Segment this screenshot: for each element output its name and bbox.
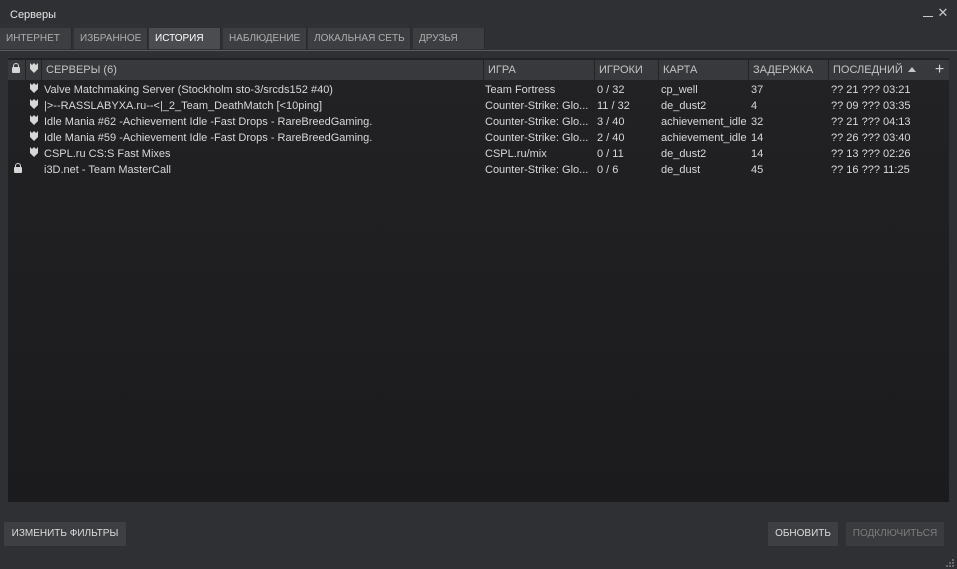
title-bar: Серверы ✕ [0, 0, 957, 28]
server-last-played: ?? 13 ??? 02:26 [831, 148, 911, 160]
column-header-row: СЕРВЕРЫ (6) ИГРА ИГРОКИ КАРТА ЗАДЕРЖКА П… [8, 60, 949, 80]
column-ping[interactable]: ЗАДЕРЖКА [748, 60, 828, 80]
column-players[interactable]: ИГРОКИ [594, 60, 658, 80]
server-row[interactable]: i3D.net - Team MasterCall Counter-Strike:… [8, 162, 949, 178]
row-lock-cell [14, 98, 24, 114]
server-name: i3D.net - Team MasterCall [44, 164, 171, 176]
server-row[interactable]: Valve Matchmaking Server (Stockholm sto-… [8, 82, 949, 98]
change-filters-button[interactable]: ИЗМЕНИТЬ ФИЛЬТРЫ [4, 522, 126, 546]
vac-shield-icon [30, 99, 38, 109]
tab-friends[interactable]: ДРУЗЬЯ [413, 28, 485, 49]
server-row[interactable]: Idle Mania #62 -Achievement Idle -Fast D… [8, 114, 949, 130]
lock-icon [14, 163, 22, 173]
column-servers[interactable]: СЕРВЕРЫ (6) [41, 60, 483, 80]
close-button[interactable]: ✕ [936, 6, 950, 20]
minimize-button[interactable] [921, 6, 935, 20]
server-last-played: ?? 26 ??? 03:40 [831, 132, 911, 144]
column-last-played-label: ПОСЛЕДНИЙ [833, 64, 903, 76]
row-vac-cell [30, 114, 40, 130]
server-name: CSPL.ru CS:S Fast Mixes [44, 148, 171, 160]
close-icon: ✕ [937, 5, 949, 20]
tab-internet[interactable]: ИНТЕРНЕТ [0, 28, 72, 49]
minimize-icon [923, 16, 933, 17]
server-map: achievement_idle [661, 116, 747, 128]
server-row[interactable]: Idle Mania #59 -Achievement Idle -Fast D… [8, 130, 949, 146]
server-last-played: ?? 21 ??? 03:21 [831, 84, 911, 96]
server-ping: 32 [751, 116, 764, 128]
server-players: 0 / 32 [597, 84, 625, 96]
vac-shield-icon [30, 115, 38, 125]
row-vac-cell [30, 82, 40, 98]
column-last-played[interactable]: ПОСЛЕДНИЙ [828, 60, 930, 80]
server-players: 3 / 40 [597, 116, 625, 128]
row-vac-cell [30, 146, 40, 162]
row-lock-cell [14, 82, 24, 98]
server-row[interactable]: |>--RASSLABYXA.ru--<|_2_Team_DeathMatch … [8, 98, 949, 114]
vac-shield-icon [30, 131, 38, 141]
column-map[interactable]: КАРТА [658, 60, 748, 80]
server-name: Valve Matchmaking Server (Stockholm sto-… [44, 84, 333, 96]
server-ping: 4 [751, 100, 758, 112]
column-game[interactable]: ИГРА [483, 60, 594, 80]
server-map: de_dust [661, 164, 701, 176]
server-ping: 45 [751, 164, 764, 176]
server-map: achievement_idle [661, 132, 747, 144]
server-players: 0 / 6 [597, 164, 619, 176]
row-vac-cell [30, 130, 40, 146]
server-last-played: ?? 16 ??? 11:25 [831, 164, 910, 176]
row-lock-cell [14, 114, 24, 130]
sort-ascending-icon [907, 67, 916, 72]
row-lock-cell [14, 162, 24, 178]
server-game: Counter-Strike: Glo... [485, 132, 589, 144]
vac-shield-icon [30, 147, 38, 157]
server-game: Counter-Strike: Glo... [485, 116, 589, 128]
tab-bar: ИНТЕРНЕТ ИЗБРАННОЕ ИСТОРИЯ НАБЛЮДЕНИЕ ЛО… [0, 28, 957, 51]
server-map: de_dust2 [661, 100, 707, 112]
tab-favorites[interactable]: ИЗБРАННОЕ [74, 28, 148, 49]
row-vac-cell [30, 98, 40, 114]
server-name: Idle Mania #62 -Achievement Idle -Fast D… [44, 116, 373, 128]
server-game: Counter-Strike: Glo... [485, 164, 589, 176]
tab-spectate[interactable]: НАБЛЮДЕНИЕ [223, 28, 307, 49]
row-lock-cell [14, 146, 24, 162]
lock-icon [12, 63, 20, 73]
add-column-button[interactable]: + [930, 60, 949, 80]
server-players: 2 / 40 [597, 132, 625, 144]
server-map: cp_well [661, 84, 698, 96]
column-lock[interactable] [8, 60, 25, 80]
server-game: CSPL.ru/mix [485, 148, 547, 160]
vac-shield-icon [30, 63, 38, 73]
row-lock-cell [14, 130, 24, 146]
window-title: Серверы [10, 9, 57, 21]
server-last-played: ?? 09 ??? 03:35 [831, 100, 911, 112]
tab-lan[interactable]: ЛОКАЛЬНАЯ СЕТЬ [308, 28, 411, 49]
server-players: 0 / 11 [597, 148, 624, 160]
column-vac[interactable] [25, 60, 41, 80]
refresh-button[interactable]: ОБНОВИТЬ [768, 522, 838, 546]
server-ping: 14 [751, 132, 764, 144]
server-last-played: ?? 21 ??? 04:13 [831, 116, 911, 128]
row-vac-cell [30, 162, 40, 178]
resize-grip[interactable] [944, 557, 954, 567]
server-ping: 37 [751, 84, 764, 96]
server-list-panel: СЕРВЕРЫ (6) ИГРА ИГРОКИ КАРТА ЗАДЕРЖКА П… [8, 58, 949, 502]
server-row[interactable]: CSPL.ru CS:S Fast Mixes CSPL.ru/mix 0 / 11… [8, 146, 949, 162]
vac-shield-icon [30, 83, 38, 93]
server-ping: 14 [751, 148, 764, 160]
server-game: Team Fortress [485, 84, 556, 96]
server-game: Counter-Strike: Glo... [485, 100, 589, 112]
connect-button[interactable]: ПОДКЛЮЧИТЬСЯ [846, 522, 944, 546]
server-map: de_dust2 [661, 148, 707, 160]
tab-history[interactable]: ИСТОРИЯ [149, 28, 221, 49]
server-name: |>--RASSLABYXA.ru--<|_2_Team_DeathMatch … [44, 100, 323, 112]
server-players: 11 / 32 [597, 100, 630, 112]
server-name: Idle Mania #59 -Achievement Idle -Fast D… [44, 132, 373, 144]
